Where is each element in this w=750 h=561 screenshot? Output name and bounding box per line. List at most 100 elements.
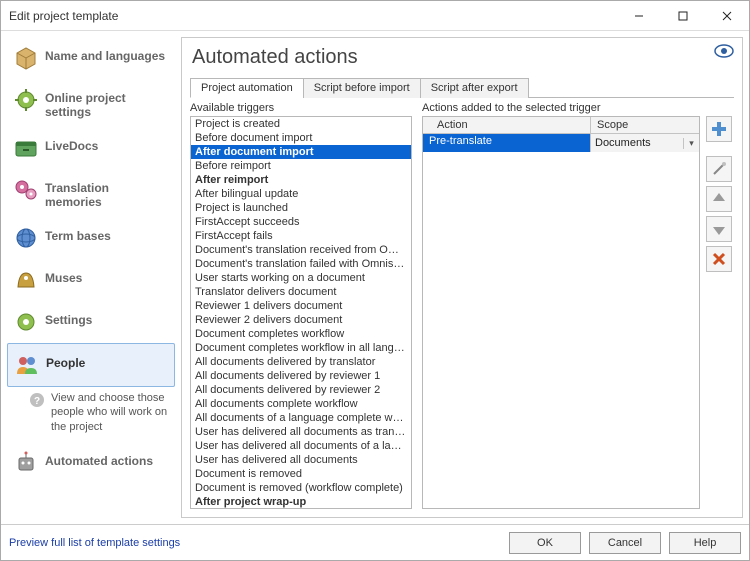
trigger-item[interactable]: Reviewer 2 delivers document (191, 313, 411, 327)
sidebar-item-description-text: View and choose those people who will wo… (51, 391, 171, 434)
trigger-item[interactable]: Before reimport (191, 159, 411, 173)
scope-dropdown-value: Documents (591, 137, 683, 149)
arrow-up-icon (711, 191, 727, 207)
trigger-item[interactable]: All documents complete workflow (191, 397, 411, 411)
robot-icon (13, 450, 39, 476)
sidebar-item-name-and-languages[interactable]: Name and languages (7, 37, 175, 79)
sidebar-item-settings[interactable]: Settings (7, 301, 175, 343)
trigger-item[interactable]: Document is removed (191, 467, 411, 481)
trigger-item[interactable]: After document import (191, 145, 411, 159)
panel-title: Automated actions (192, 46, 734, 69)
sidebar-item-label: Translation memories (45, 177, 169, 209)
trigger-item[interactable]: User has delivered all documents (191, 453, 411, 467)
sidebar-item-translation-memories[interactable]: Translation memories (7, 169, 175, 217)
sidebar-item-muses[interactable]: Muses (7, 259, 175, 301)
muse-icon (13, 267, 39, 293)
trigger-item[interactable]: All documents delivered by translator (191, 355, 411, 369)
trigger-item[interactable]: All documents delivered by reviewer 1 (191, 369, 411, 383)
trigger-item[interactable]: After bilingual update (191, 187, 411, 201)
trigger-item[interactable]: Translator delivers document (191, 285, 411, 299)
main-panel: Automated actions Project automation Scr… (181, 37, 743, 518)
tab-strip: Project automation Script before import … (190, 77, 734, 98)
window-title: Edit project template (9, 9, 617, 23)
plus-icon (711, 121, 727, 137)
trigger-item[interactable]: Before document import (191, 131, 411, 145)
actions-grid-header: Action Scope (423, 117, 699, 134)
minimize-button[interactable] (617, 1, 661, 30)
available-triggers-list[interactable]: Project is createdBefore document import… (190, 116, 412, 509)
tab-project-automation[interactable]: Project automation (190, 78, 304, 98)
actions-grid[interactable]: Action Scope Pre-translate Documents (422, 116, 700, 509)
scope-dropdown[interactable]: Documents ▾ (591, 134, 699, 152)
actions-added-label: Actions added to the selected trigger (422, 102, 734, 114)
sidebar-item-label: Term bases (45, 225, 111, 243)
trigger-item[interactable]: FirstAccept fails (191, 229, 411, 243)
trigger-item[interactable]: Project is launched (191, 201, 411, 215)
actions-grid-row[interactable]: Pre-translate Documents ▾ (423, 134, 699, 152)
tab-script-after-export[interactable]: Script after export (420, 78, 529, 98)
ok-button[interactable]: OK (509, 532, 581, 554)
action-cell: Pre-translate (423, 134, 591, 152)
dialog-footer: Preview full list of template settings O… (1, 524, 749, 560)
cancel-button[interactable]: Cancel (589, 532, 661, 554)
edit-action-button[interactable] (706, 156, 732, 182)
close-button[interactable] (705, 1, 749, 30)
gears-icon (13, 177, 39, 203)
sidebar-item-people[interactable]: People (7, 343, 175, 387)
trigger-item[interactable]: All documents of a language complete wor… (191, 411, 411, 425)
column-header-action[interactable]: Action (423, 117, 591, 133)
preview-settings-link[interactable]: Preview full list of template settings (9, 537, 501, 549)
available-triggers-label: Available triggers (190, 102, 412, 114)
help-icon: ? (29, 392, 45, 408)
trigger-item[interactable]: Project is created (191, 117, 411, 131)
people-icon (14, 352, 40, 378)
trigger-item[interactable]: After reimport (191, 173, 411, 187)
sidebar-item-label: Muses (45, 267, 82, 285)
trigger-item[interactable]: FirstAccept succeeds (191, 215, 411, 229)
maximize-button[interactable] (661, 1, 705, 30)
preview-eye-button[interactable] (714, 44, 734, 58)
help-button[interactable]: Help (669, 532, 741, 554)
sidebar-item-livedocs[interactable]: LiveDocs (7, 127, 175, 169)
trigger-item[interactable]: After project wrap-up (191, 495, 411, 509)
move-up-button[interactable] (706, 186, 732, 212)
svg-text:?: ? (34, 396, 40, 407)
tab-script-before-import[interactable]: Script before import (303, 78, 421, 98)
gear-icon (13, 309, 39, 335)
add-action-button[interactable] (706, 116, 732, 142)
trigger-item[interactable]: User starts working on a document (191, 271, 411, 285)
move-down-button[interactable] (706, 216, 732, 242)
remove-action-button[interactable] (706, 246, 732, 272)
drawer-icon (13, 135, 39, 161)
trigger-item[interactable]: Reviewer 1 delivers document (191, 299, 411, 313)
titlebar: Edit project template (1, 1, 749, 31)
trigger-item[interactable]: All documents delivered by reviewer 2 (191, 383, 411, 397)
edit-project-template-window: Edit project template Name and languages… (0, 0, 750, 561)
sidebar-item-label: LiveDocs (45, 135, 98, 153)
sidebar: Name and languages Online project settin… (7, 37, 175, 518)
chevron-down-icon: ▾ (683, 138, 699, 149)
sidebar-item-term-bases[interactable]: Term bases (7, 217, 175, 259)
sidebar-item-label: Name and languages (45, 45, 165, 63)
wand-icon (711, 161, 727, 177)
sidebar-item-label: Settings (45, 309, 92, 327)
trigger-item[interactable]: Document's translation received from Omn… (191, 243, 411, 257)
arrow-down-icon (711, 221, 727, 237)
eye-icon (714, 44, 734, 58)
sidebar-item-label: Online project settings (45, 87, 169, 119)
trigger-item[interactable]: Document completes workflow (191, 327, 411, 341)
column-header-scope[interactable]: Scope (591, 117, 699, 133)
sidebar-item-label: Automated actions (45, 450, 153, 468)
trigger-item[interactable]: User has delivered all documents as tran… (191, 425, 411, 439)
close-icon (722, 11, 732, 21)
gear-icon (13, 87, 39, 113)
trigger-item[interactable]: Document is removed (workflow complete) (191, 481, 411, 495)
trigger-item[interactable]: User has delivered all documents of a la… (191, 439, 411, 453)
globe-icon (13, 225, 39, 251)
sidebar-item-online-project-settings[interactable]: Online project settings (7, 79, 175, 127)
sidebar-item-automated-actions[interactable]: Automated actions (7, 442, 175, 484)
actions-toolbar (706, 116, 734, 509)
maximize-icon (678, 11, 688, 21)
trigger-item[interactable]: Document completes workflow in all langu… (191, 341, 411, 355)
trigger-item[interactable]: Document's translation failed with Omnis… (191, 257, 411, 271)
